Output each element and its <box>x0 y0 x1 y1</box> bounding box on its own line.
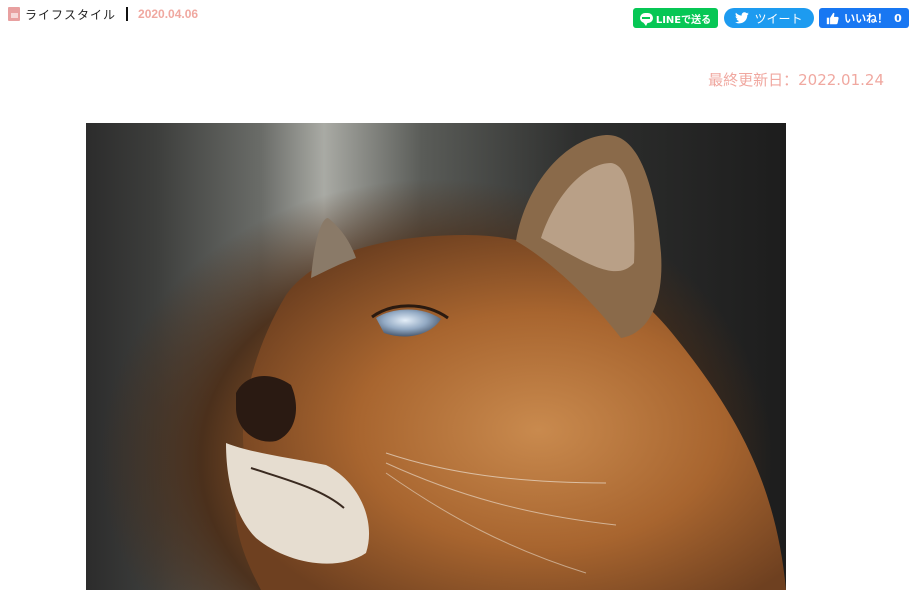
category-icon <box>8 7 20 21</box>
tweet-label: ツイート <box>754 11 803 26</box>
line-share-button[interactable]: LINEで送る <box>633 8 718 28</box>
twitter-bird-icon <box>735 12 750 24</box>
article-hero-image <box>86 123 786 590</box>
meta-divider <box>126 7 129 21</box>
line-share-label: LINEで送る <box>655 14 712 26</box>
like-label: いいね！ <box>844 12 889 25</box>
article-meta: ライフスタイル 2020.04.06 <box>8 5 198 23</box>
published-date: 2020.04.06 <box>138 7 199 21</box>
last-updated-date: 最終更新日：2022.01.24 <box>708 71 884 89</box>
thumbs-up-icon <box>826 12 839 24</box>
line-icon <box>639 13 653 26</box>
cougar-photo <box>226 134 786 590</box>
tweet-button[interactable]: ツイート <box>724 8 814 28</box>
facebook-like-button[interactable]: いいね！ 0 <box>819 8 909 28</box>
like-count: 0 <box>894 11 902 25</box>
category-link[interactable]: ライフスタイル <box>25 6 116 23</box>
